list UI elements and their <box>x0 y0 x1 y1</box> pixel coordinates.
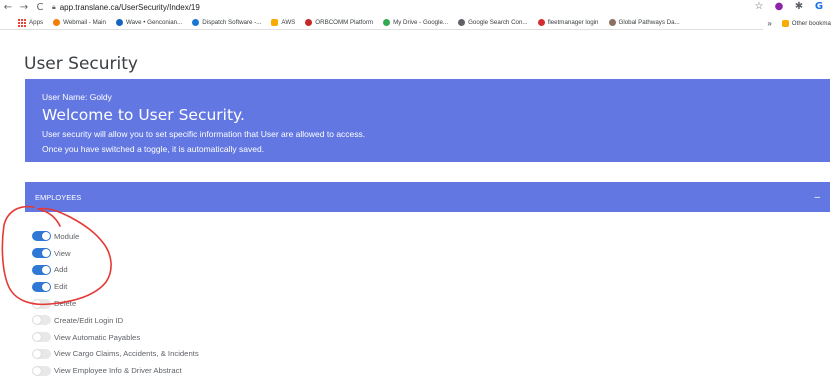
folder-icon <box>781 19 789 27</box>
toggle-knob <box>42 265 50 274</box>
drive-icon <box>383 19 391 26</box>
permission-label: Edit <box>54 282 68 292</box>
profile-icon[interactable]: G <box>813 1 825 12</box>
wave-icon <box>115 19 123 26</box>
bookmark-label: Global Pathways Da... <box>618 19 680 26</box>
permission-toggle[interactable] <box>32 348 51 359</box>
toggle-knob <box>42 232 50 241</box>
bookmark-label: fleetmanager login <box>547 19 599 26</box>
toggle-knob <box>33 316 41 325</box>
url-text: app.translane.ca/UserSecurity/Index/19 <box>59 2 200 12</box>
permission-label: View Employee Info & Driver Abstract <box>54 366 182 376</box>
permission-toggle[interactable] <box>32 264 51 275</box>
toggle-knob <box>33 366 41 375</box>
back-arrow-icon[interactable]: ← <box>0 2 16 13</box>
permission-toggle[interactable] <box>32 231 51 242</box>
username-label: User Name: Goldy <box>42 92 112 102</box>
permission-label: Delete <box>54 299 77 309</box>
section-title: EMPLOYEES <box>35 192 82 202</box>
toggle-knob <box>33 333 41 342</box>
star-icon[interactable]: ☆ <box>753 1 765 12</box>
permission-toggle[interactable] <box>32 315 51 326</box>
bookmark-item[interactable]: My Drive - Google... <box>383 19 448 26</box>
webmail-icon <box>53 19 61 26</box>
bookmark-item[interactable]: Dispatch Software -... <box>192 19 261 26</box>
bookmark-item[interactable]: Webmail - Main <box>53 19 106 26</box>
other-bookmarks[interactable]: Other bookma <box>792 20 831 27</box>
permission-label: Create/Edit Login ID <box>54 315 124 325</box>
welcome-heading: Welcome to User Security. <box>42 106 245 124</box>
permission-row: View Automatic Payables <box>32 329 199 346</box>
permission-label: Add <box>54 265 68 275</box>
lock-icon: 🔒︎ <box>52 2 56 11</box>
collapse-icon[interactable]: – <box>814 192 820 203</box>
bookmark-item[interactable]: Google Search Con... <box>458 19 528 26</box>
orbcomm-icon <box>305 19 313 26</box>
chevron-overflow-icon[interactable]: » <box>767 19 771 28</box>
permission-label: Module <box>54 231 80 241</box>
permission-toggle[interactable] <box>32 298 51 309</box>
permission-label: View Automatic Payables <box>54 332 141 342</box>
fleetmanager-icon <box>537 19 545 26</box>
bookmark-label: Apps <box>29 19 44 26</box>
bookmark-label: Google Search Con... <box>468 19 528 26</box>
banner-description-1: User security will allow you to set spec… <box>42 129 366 139</box>
toggle-knob <box>33 299 41 308</box>
permission-toggle-list: Module View Add Edit Delete Create/Edit Login… <box>32 228 199 379</box>
search-console-icon <box>458 19 466 26</box>
bookmarks-overflow: » Other bookma <box>763 16 831 30</box>
folder-icon <box>271 19 279 26</box>
permission-row: View <box>32 245 199 262</box>
browser-address-bar: ← → C 🔒︎ app.translane.ca/UserSecurity/I… <box>0 0 831 14</box>
browser-toolbar-icons: ☆ ● ✱ G <box>753 1 825 12</box>
permission-row: Edit <box>32 278 199 295</box>
page-title: User Security <box>24 54 138 74</box>
bookmark-item[interactable]: AWS <box>271 19 295 26</box>
bookmark-label: Webmail - Main <box>63 19 106 26</box>
bookmark-item[interactable]: Apps <box>18 18 44 27</box>
bookmark-item[interactable]: Wave • Genconian... <box>115 19 183 26</box>
permission-toggle[interactable] <box>32 332 51 343</box>
banner-description-2: Once you have switched a toggle, it is a… <box>42 144 265 154</box>
bookmarks-bar: Apps Webmail - Main Wave • Genconian... Dis… <box>0 16 831 30</box>
globe-icon <box>608 19 616 26</box>
bookmark-label: Dispatch Software -... <box>202 19 262 26</box>
url-field[interactable]: 🔒︎ app.translane.ca/UserSecurity/Index/1… <box>52 3 200 12</box>
toggle-knob <box>42 249 50 258</box>
bookmark-label: My Drive - Google... <box>393 19 449 26</box>
employees-section-header[interactable]: EMPLOYEES – <box>25 182 830 212</box>
reload-icon[interactable]: C <box>32 2 48 13</box>
bookmark-item[interactable]: Global Pathways Da... <box>608 19 680 26</box>
bookmark-label: Wave • Genconian... <box>125 19 183 26</box>
permission-toggle[interactable] <box>32 248 51 259</box>
toggle-knob <box>42 282 50 291</box>
permission-toggle[interactable] <box>32 281 51 292</box>
permission-row: View Employee Info & Driver Abstract <box>32 362 199 379</box>
permission-toggle[interactable] <box>32 365 51 376</box>
permission-label: View <box>54 248 71 258</box>
bookmark-label: ORBCOMM Platform <box>315 19 374 26</box>
apps-grid-icon <box>18 18 26 27</box>
color-wheel-icon[interactable]: ● <box>773 1 785 12</box>
permission-row: View Cargo Claims, Accidents, & Incident… <box>32 346 199 363</box>
toggle-knob <box>33 349 41 358</box>
welcome-banner: User Name: Goldy Welcome to User Securit… <box>25 79 830 162</box>
forward-arrow-icon[interactable]: → <box>16 2 32 13</box>
permission-row: Delete <box>32 295 199 312</box>
permission-label: View Cargo Claims, Accidents, & Incident… <box>54 349 199 359</box>
bookmark-item[interactable]: fleetmanager login <box>537 19 599 26</box>
puzzle-icon[interactable]: ✱ <box>793 1 805 12</box>
permission-row: Create/Edit Login ID <box>32 312 199 329</box>
permission-row: Module <box>32 228 199 245</box>
bookmark-label: AWS <box>281 19 296 26</box>
dispatch-icon <box>192 19 200 26</box>
permission-row: Add <box>32 262 199 279</box>
bookmark-item[interactable]: ORBCOMM Platform <box>305 19 373 26</box>
